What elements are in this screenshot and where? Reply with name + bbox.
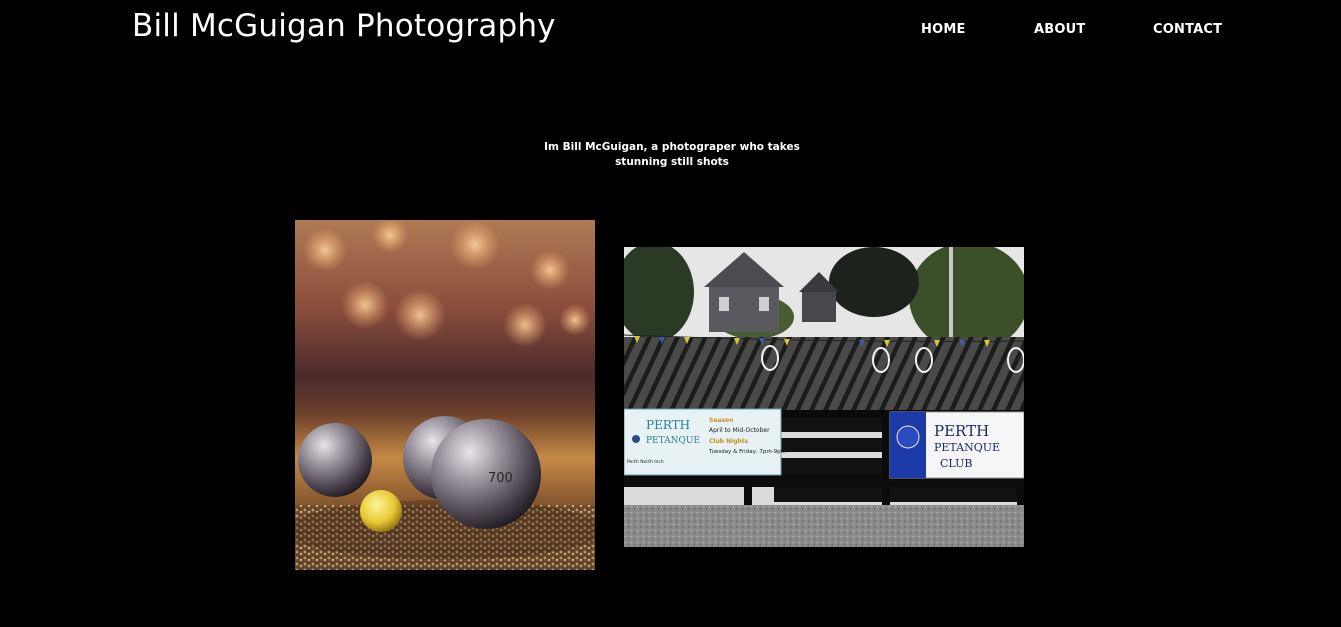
nav-home-link[interactable]: HOME bbox=[921, 22, 966, 37]
page: Bill McGuigan Photography HOME ABOUT CON… bbox=[0, 0, 1341, 627]
left-banner-season: April to Mid-October bbox=[709, 427, 770, 434]
main-nav: HOME ABOUT CONTACT bbox=[0, 22, 1341, 42]
left-banner-subtitle: PETANQUE bbox=[646, 436, 700, 446]
petanque-club-photo[interactable]: PERTH PETANQUE Season April to Mid-Octob… bbox=[624, 247, 1024, 547]
right-banner-line-1: PERTH bbox=[934, 422, 989, 440]
left-banner-season-label: Season bbox=[709, 417, 733, 424]
left-banner-nights-label: Club Nights bbox=[709, 438, 749, 445]
left-banner-title: PERTH bbox=[646, 418, 690, 432]
right-banner-line-3: CLUB bbox=[940, 457, 972, 470]
left-banner-footer: Perth North Inch bbox=[627, 459, 664, 465]
nav-contact-link[interactable]: CONTACT bbox=[1153, 22, 1222, 37]
petanque-balls-photo[interactable]: 700 bbox=[295, 220, 595, 570]
intro-text: Im Bill McGuigan, a photograper who take… bbox=[521, 140, 823, 170]
intro-line-1: Im Bill McGuigan, a photograper who take… bbox=[544, 141, 800, 153]
left-banner-nights: Tuesday & Friday, 7pm-9pm bbox=[708, 449, 786, 455]
ball-number-label: 700 bbox=[488, 471, 513, 486]
petanque-balls-image: 700 bbox=[295, 220, 595, 570]
intro-line-2: stunning still shots bbox=[615, 156, 729, 168]
petanque-club-image: PERTH PETANQUE Season April to Mid-Octob… bbox=[624, 247, 1024, 547]
right-banner-line-2: PETANQUE bbox=[934, 441, 1000, 454]
nav-about-link[interactable]: ABOUT bbox=[1034, 22, 1085, 37]
